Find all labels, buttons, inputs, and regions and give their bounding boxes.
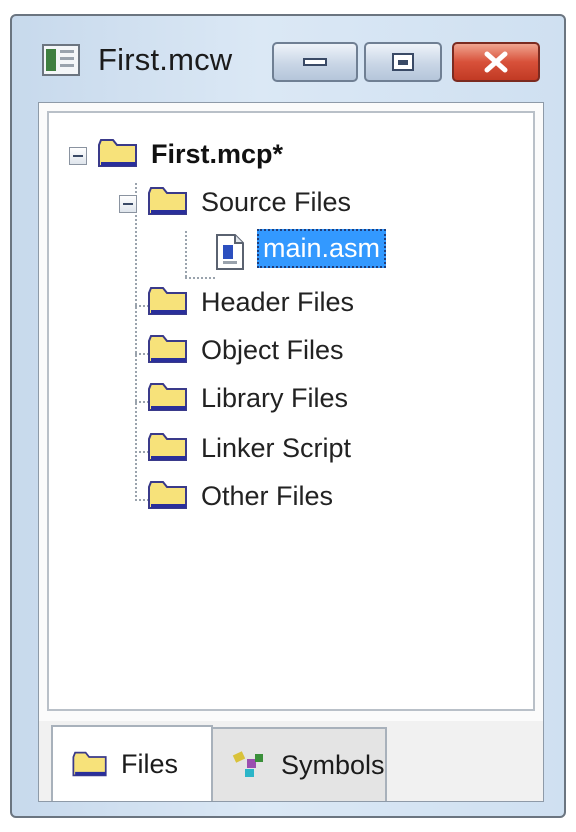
- folder-icon: [148, 287, 187, 315]
- tree-item-object-files[interactable]: Object Files: [119, 331, 439, 371]
- collapse-toggle[interactable]: [69, 147, 87, 165]
- minimize-icon: [303, 58, 327, 66]
- tree-item-label: Source Files: [201, 187, 352, 217]
- folder-icon: [148, 335, 187, 363]
- folder-icon: [148, 187, 187, 215]
- tree-item-label: Header Files: [201, 287, 355, 317]
- title-bar[interactable]: First.mcw: [12, 16, 564, 100]
- folder-icon: [148, 383, 187, 411]
- panel-tabs: Files Symbols: [39, 721, 543, 801]
- folder-icon: [72, 751, 107, 777]
- workspace-app-icon: [42, 44, 80, 76]
- restore-icon: [392, 53, 414, 71]
- close-icon: [484, 51, 508, 73]
- tree-connector: [185, 231, 187, 277]
- project-name: First.mcp*: [151, 139, 284, 169]
- asm-file-icon: [216, 234, 244, 270]
- tree-item-header-files[interactable]: Header Files: [119, 283, 439, 323]
- folder-icon: [148, 433, 187, 461]
- tree-item-other-files[interactable]: Other Files: [119, 477, 439, 517]
- tree-item-main-asm[interactable]: main.asm: [215, 229, 455, 277]
- symbols-icon: [232, 751, 263, 777]
- tab-symbols[interactable]: Symbols: [211, 727, 387, 801]
- tree-item-library-files[interactable]: Library Files: [119, 379, 439, 419]
- close-button[interactable]: [452, 42, 540, 82]
- restore-button[interactable]: [364, 42, 442, 82]
- tab-label: Symbols: [281, 749, 385, 780]
- tree-item-label: Object Files: [201, 335, 344, 365]
- collapse-toggle[interactable]: [119, 195, 137, 213]
- tree-item-label: Linker Script: [201, 433, 352, 463]
- project-tree[interactable]: First.mcp* Source Files main.asm Header …: [47, 111, 535, 711]
- project-window: First.mcw First.mcp* Source Files main.a…: [10, 14, 566, 818]
- tree-item-source-files[interactable]: Source Files: [119, 183, 439, 223]
- folder-icon: [98, 139, 137, 167]
- tab-label: Files: [121, 748, 179, 779]
- tree-root-node[interactable]: First.mcp*: [69, 135, 389, 175]
- tree-connector: [185, 277, 215, 279]
- tree-item-linker-script[interactable]: Linker Script: [119, 429, 439, 469]
- project-panel: First.mcp* Source Files main.asm Header …: [38, 102, 544, 802]
- window-title: First.mcw: [98, 42, 233, 77]
- tab-files[interactable]: Files: [51, 725, 213, 801]
- folder-icon: [148, 481, 187, 509]
- tree-item-label: Other Files: [201, 481, 334, 511]
- minimize-button[interactable]: [272, 42, 358, 82]
- tree-item-label: Library Files: [201, 383, 349, 413]
- tree-item-label: main.asm: [257, 229, 387, 268]
